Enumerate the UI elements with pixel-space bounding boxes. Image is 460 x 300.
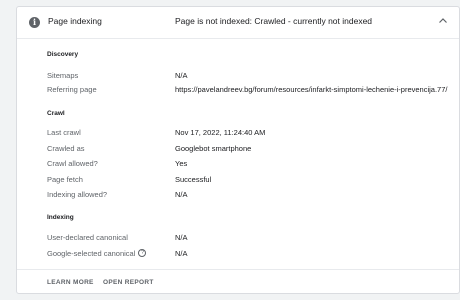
- detail-value: N/A: [175, 190, 188, 199]
- detail-value: N/A: [175, 249, 188, 258]
- page-indexing-card: i Page indexing Page is not indexed: Cra…: [16, 6, 460, 294]
- detail-row-crawl-allowed: Crawl allowed? Yes: [17, 159, 459, 173]
- detail-label-with-help: Google-selected canonical?: [47, 249, 147, 258]
- indexing-status: Page is not indexed: Crawled - currently…: [175, 16, 373, 26]
- section-title: Page indexing: [48, 16, 102, 26]
- detail-row-last-crawl: Last crawl Nov 17, 2022, 11:24:40 AM: [17, 128, 459, 142]
- detail-value: N/A: [175, 233, 188, 242]
- open-report-button[interactable]: OPEN REPORT: [103, 279, 154, 286]
- info-icon: i: [29, 17, 40, 28]
- detail-value: Successful: [175, 175, 212, 184]
- detail-row-sitemaps: Sitemaps N/A: [17, 71, 459, 85]
- detail-row-page-fetch: Page fetch Successful: [17, 175, 459, 189]
- discovery-heading: Discovery: [47, 51, 79, 58]
- detail-label: Sitemaps: [47, 71, 79, 80]
- detail-value: Nov 17, 2022, 11:24:40 AM: [175, 128, 266, 137]
- referring-page-link[interactable]: https://pavelandreev.bg/forum/resources/…: [175, 85, 447, 94]
- crawl-heading: Crawl: [47, 110, 65, 117]
- detail-value: Yes: [175, 159, 188, 168]
- detail-label: Crawl allowed?: [47, 159, 98, 168]
- detail-label: Indexing allowed?: [47, 190, 108, 199]
- indexing-heading: Indexing: [47, 214, 74, 221]
- detail-label: Page fetch: [47, 175, 83, 184]
- chevron-up-icon[interactable]: [437, 15, 449, 27]
- detail-row-indexing-allowed: Indexing allowed? N/A: [17, 190, 459, 204]
- detail-label: Referring page: [47, 85, 97, 94]
- detail-row-crawled-as: Crawled as Googlebot smartphone: [17, 144, 459, 158]
- detail-label: Last crawl: [47, 128, 81, 137]
- learn-more-button[interactable]: LEARN MORE: [47, 279, 94, 286]
- help-icon[interactable]: ?: [138, 249, 147, 258]
- detail-label: User-declared canonical: [47, 233, 128, 242]
- detail-value: N/A: [175, 71, 188, 80]
- detail-row-user-declared-canonical: User-declared canonical N/A: [17, 233, 459, 247]
- detail-row-google-selected-canonical: Google-selected canonical? N/A: [17, 249, 459, 263]
- detail-row-referring-page: Referring page https://pavelandreev.bg/f…: [17, 85, 459, 99]
- detail-value: Googlebot smartphone: [175, 144, 252, 153]
- detail-label: Crawled as: [47, 144, 85, 153]
- detail-label: Google-selected canonical: [47, 249, 136, 258]
- page-indexing-header[interactable]: i Page indexing Page is not indexed: Cra…: [17, 7, 459, 39]
- card-footer: LEARN MORE OPEN REPORT: [17, 269, 459, 293]
